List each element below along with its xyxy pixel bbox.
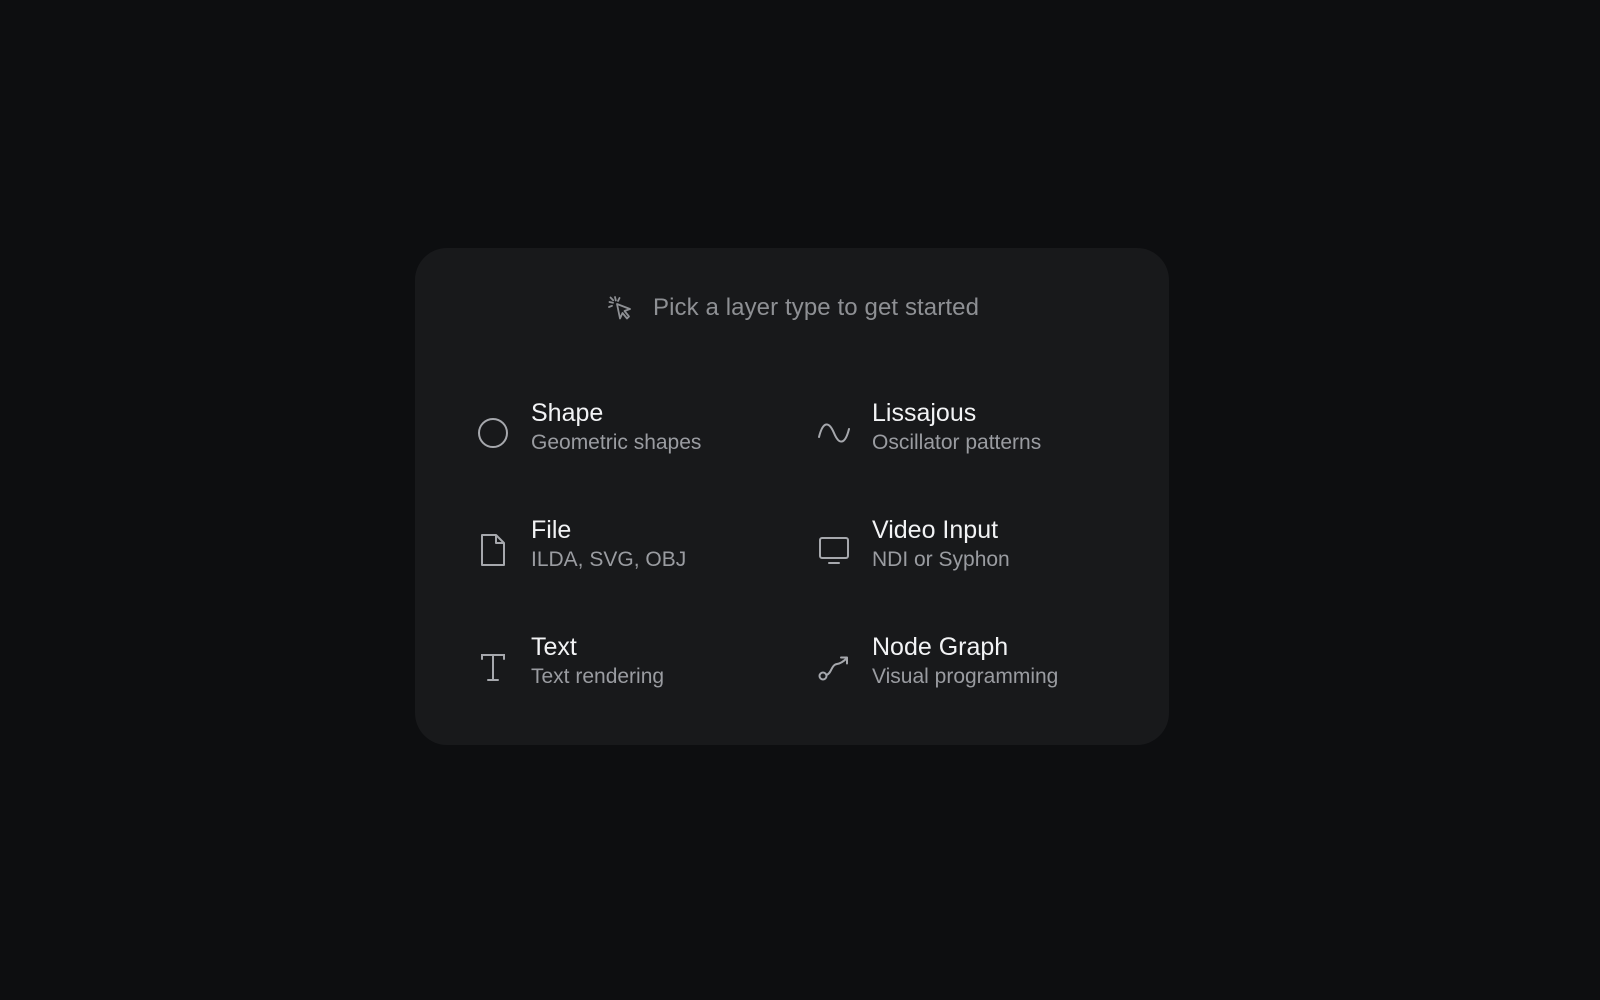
prompt-text: Pick a layer type to get started <box>652 294 980 321</box>
picker-prompt: Pick a layer type to get started <box>415 288 1169 328</box>
layer-option-title: Node Graph <box>872 633 1009 661</box>
layer-option-text[interactable]: Text Text rendering <box>467 622 808 702</box>
layer-option-subtitle: Visual programming <box>872 665 1059 688</box>
layer-option-video-input[interactable]: Video Input NDI or Syphon <box>808 505 1137 585</box>
layer-type-picker: Pick a layer type to get started Shape G… <box>415 248 1169 745</box>
layer-option-lissajous[interactable]: Lissajous Oscillator patterns <box>808 388 1137 468</box>
app-background: Pick a layer type to get started Shape G… <box>0 0 1600 1000</box>
monitor-icon <box>816 532 852 568</box>
layer-option-title: Video Input <box>872 516 999 544</box>
layer-option-subtitle: Text rendering <box>531 665 665 688</box>
layer-option-subtitle: Oscillator patterns <box>872 431 1042 454</box>
layer-option-node-graph[interactable]: Node Graph Visual programming <box>808 622 1137 702</box>
wave-icon <box>816 415 852 451</box>
layer-option-subtitle: NDI or Syphon <box>872 548 1010 571</box>
layer-option-title: File <box>531 516 572 544</box>
layer-option-subtitle: ILDA, SVG, OBJ <box>531 548 687 571</box>
layer-option-title: Lissajous <box>872 399 977 427</box>
layer-option-title: Shape <box>531 399 604 427</box>
node-graph-icon <box>816 649 852 685</box>
text-icon <box>475 649 511 685</box>
layer-option-shape[interactable]: Shape Geometric shapes <box>467 388 808 468</box>
circle-icon <box>475 415 511 451</box>
pointer-click-icon <box>605 293 635 323</box>
file-icon <box>475 532 511 568</box>
layer-option-file[interactable]: File ILDA, SVG, OBJ <box>467 505 808 585</box>
layer-option-subtitle: Geometric shapes <box>531 431 702 454</box>
layer-type-grid: Shape Geometric shapes Lissajous Oscilla… <box>467 388 1137 739</box>
layer-option-title: Text <box>531 633 577 661</box>
